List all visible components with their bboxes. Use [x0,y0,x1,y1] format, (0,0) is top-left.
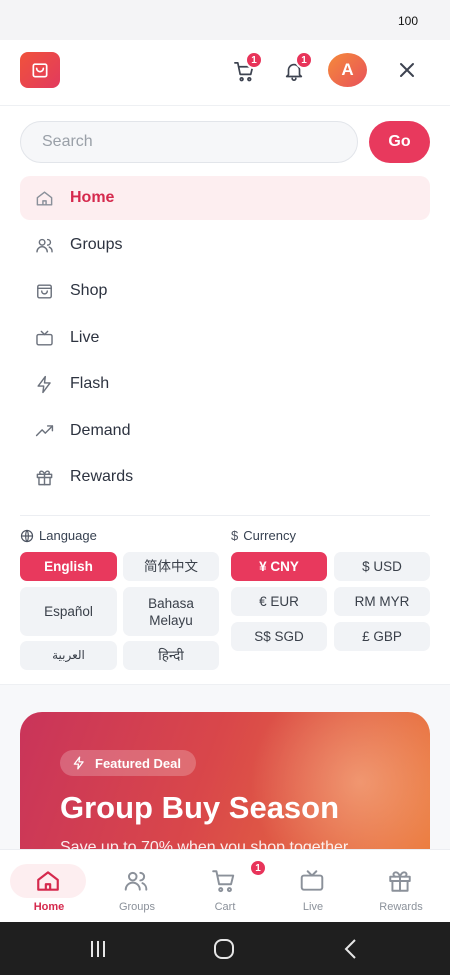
currency-option-cny[interactable]: ¥ CNY [231,552,327,581]
menu-item-live[interactable]: Live [20,316,430,360]
system-nav-bar [0,922,450,975]
notification-badge: 1 [295,51,313,69]
menu-item-label: Demand [70,421,131,439]
language-option-arabic[interactable]: العربية [20,641,117,670]
app-logo[interactable] [20,52,60,88]
search-row: Go [20,121,430,163]
back-icon[interactable] [341,938,361,960]
menu-item-label: Shop [70,282,108,299]
shopping-bag-icon [32,63,48,78]
dollar-icon: $ [231,528,239,543]
status-bar: 100 [0,0,450,40]
close-icon [400,63,414,77]
menu-item-label: Flash [70,375,110,392]
currency-option-myr[interactable]: RM MYR [334,587,430,616]
close-button[interactable] [395,58,419,82]
language-option-chinese[interactable]: 简体中文 [123,552,219,581]
featured-deal-chip: Featured Deal [60,750,196,776]
promo-banner[interactable]: Featured Deal Group Buy Season Save up t… [20,712,430,872]
go-button[interactable]: Go [369,121,430,163]
menu-item-flash[interactable]: Flash [20,362,430,406]
menu-item-label: Home [70,189,115,206]
menu-item-label: Rewards [70,468,134,485]
users-icon [36,238,53,253]
home-button-icon[interactable] [213,938,235,960]
lightning-icon [73,756,84,770]
home-icon [37,871,59,891]
trending-up-icon [35,424,54,436]
notifications-button[interactable]: 1 [281,51,313,84]
language-title: Language [39,528,97,543]
cart-badge: 1 [245,51,263,69]
currency-option-eur[interactable]: € EUR [231,587,327,616]
language-option-malay[interactable]: Bahasa Melayu [123,587,219,636]
bottom-nav: Home Groups 1 Cart Live Rewards [0,849,450,922]
gift-icon [36,470,53,486]
bottom-tab-home[interactable]: Home [0,850,90,923]
battery-level: 100 [397,14,418,28]
bottom-tab-label: Rewards [379,901,423,913]
bottom-tab-label: Cart [214,901,236,913]
divider [20,515,430,516]
cart-button[interactable]: 1 [231,51,263,84]
avatar[interactable]: A [328,53,367,87]
bottom-tab-label: Home [33,901,65,913]
currency-option-sgd[interactable]: S$ SGD [231,622,327,651]
bottom-tab-groups[interactable]: Groups [88,850,178,923]
tv-icon [300,870,324,891]
gift-icon [389,871,411,892]
bottom-tab-cart[interactable]: 1 Cart [176,850,267,923]
app-header: 1 1 A [0,40,450,106]
home-icon [36,191,53,206]
lightning-icon [37,375,51,394]
globe-icon [20,529,34,542]
bottom-tab-rewards[interactable]: Rewards [352,850,442,923]
menu-item-label: Live [70,328,100,346]
featured-deal-label: Featured Deal [95,755,181,771]
promo-title: Group Buy Season [60,790,340,825]
currency-option-usd[interactable]: $ USD [334,552,430,581]
recent-apps-icon[interactable] [88,939,108,959]
users-icon [124,871,148,891]
bottom-tab-live[interactable]: Live [264,850,354,923]
menu-item-rewards[interactable]: Rewards [20,455,430,499]
language-option-hindi[interactable]: हिन्दी [123,641,219,670]
tv-icon [36,330,53,346]
currency-option-gbp[interactable]: £ GBP [334,622,430,651]
menu-item-shop[interactable]: Shop [20,269,430,313]
language-option-english[interactable]: English [20,552,117,581]
language-option-spanish[interactable]: Español [20,587,117,636]
menu-item-label: Groups [70,235,123,253]
currency-section-title: $ Currency [231,528,296,543]
bottom-tab-label: Live [302,901,324,913]
search-input[interactable] [20,121,358,163]
currency-title: Currency [243,528,296,543]
menu-item-groups[interactable]: Groups [20,223,430,267]
cart-icon [212,870,235,893]
menu-item-home[interactable]: Home [20,176,430,220]
bottom-tab-label: Groups [118,901,156,913]
menu-item-demand[interactable]: Demand [20,409,430,453]
language-section-title: Language [20,528,97,543]
shopping-bag-icon [37,284,52,299]
side-menu: Home Groups Shop Live Flash Demand Rewar… [20,176,430,502]
